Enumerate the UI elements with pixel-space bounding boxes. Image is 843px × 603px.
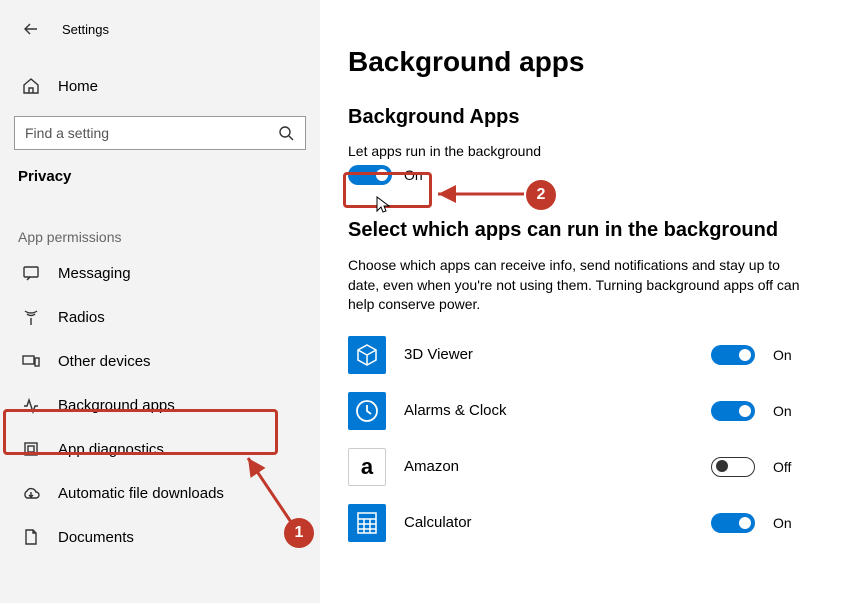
apps-description: Choose which apps can receive info, send… xyxy=(348,256,803,315)
master-toggle-state: On xyxy=(404,167,423,183)
subsection-title: App permissions xyxy=(0,195,320,251)
sidebar-item-messaging[interactable]: Messaging xyxy=(0,251,320,295)
apps-list: 3D Viewer On Alarms & Clock On a Amazon Off Cal… xyxy=(348,327,803,551)
home-link[interactable]: Home xyxy=(0,64,320,108)
search-box[interactable] xyxy=(14,116,306,150)
sidebar-item-label: Other devices xyxy=(58,353,151,370)
home-icon xyxy=(22,77,40,95)
back-icon[interactable] xyxy=(22,21,40,37)
app-toggle-state: On xyxy=(773,403,803,419)
sidebar-item-label: Messaging xyxy=(58,265,131,282)
app-row: a Amazon Off xyxy=(348,439,803,495)
app-label: Calculator xyxy=(404,514,693,531)
page-title: Background apps xyxy=(348,46,803,78)
main-content: Background apps Background Apps Let apps… xyxy=(320,0,843,603)
section-heading: Background Apps xyxy=(348,106,803,129)
section-title: Privacy xyxy=(0,150,320,195)
app-row: Calculator On xyxy=(348,495,803,551)
app-icon xyxy=(348,392,386,430)
download-icon xyxy=(22,484,40,502)
sidebar: Settings Home Privacy App permissions Me… xyxy=(0,0,320,603)
master-toggle-label: Let apps run in the background xyxy=(348,143,803,159)
diagnostics-icon xyxy=(22,440,40,458)
sidebar-item-label: Automatic file downloads xyxy=(58,485,224,502)
sidebar-item-documents[interactable]: Documents xyxy=(0,515,320,559)
app-toggle[interactable] xyxy=(711,513,755,533)
apps-select-heading: Select which apps can run in the backgro… xyxy=(348,219,803,242)
sidebar-item-radios[interactable]: Radios xyxy=(0,295,320,339)
app-toggle-state: On xyxy=(773,347,803,363)
app-toggle-state: On xyxy=(773,515,803,531)
app-toggle-state: Off xyxy=(773,459,803,475)
search-input[interactable] xyxy=(25,125,268,141)
app-label: Amazon xyxy=(404,458,693,475)
sidebar-item-label: Background apps xyxy=(58,397,175,414)
app-icon xyxy=(348,504,386,542)
sidebar-item-label: Radios xyxy=(58,309,105,326)
sidebar-item-label: App diagnostics xyxy=(58,441,164,458)
app-toggle[interactable] xyxy=(711,457,755,477)
radio-icon xyxy=(22,308,40,326)
app-row: 3D Viewer On xyxy=(348,327,803,383)
master-toggle[interactable] xyxy=(348,165,392,185)
app-label: Alarms & Clock xyxy=(404,402,693,419)
sidebar-item-app-diagnostics[interactable]: App diagnostics xyxy=(0,427,320,471)
sidebar-item-other-devices[interactable]: Other devices xyxy=(0,339,320,383)
app-toggle[interactable] xyxy=(711,345,755,365)
search-icon xyxy=(277,125,295,141)
app-icon xyxy=(348,336,386,374)
home-label: Home xyxy=(58,78,98,95)
sidebar-item-auto-downloads[interactable]: Automatic file downloads xyxy=(0,471,320,515)
app-title: Settings xyxy=(62,22,109,37)
app-label: 3D Viewer xyxy=(404,346,693,363)
sidebar-item-background-apps[interactable]: Background apps xyxy=(0,383,320,427)
app-row: Alarms & Clock On xyxy=(348,383,803,439)
sidebar-item-label: Documents xyxy=(58,529,134,546)
devices-icon xyxy=(22,352,40,370)
message-icon xyxy=(22,264,40,282)
activity-icon xyxy=(22,396,40,414)
document-icon xyxy=(22,528,40,546)
app-icon: a xyxy=(348,448,386,486)
app-toggle[interactable] xyxy=(711,401,755,421)
